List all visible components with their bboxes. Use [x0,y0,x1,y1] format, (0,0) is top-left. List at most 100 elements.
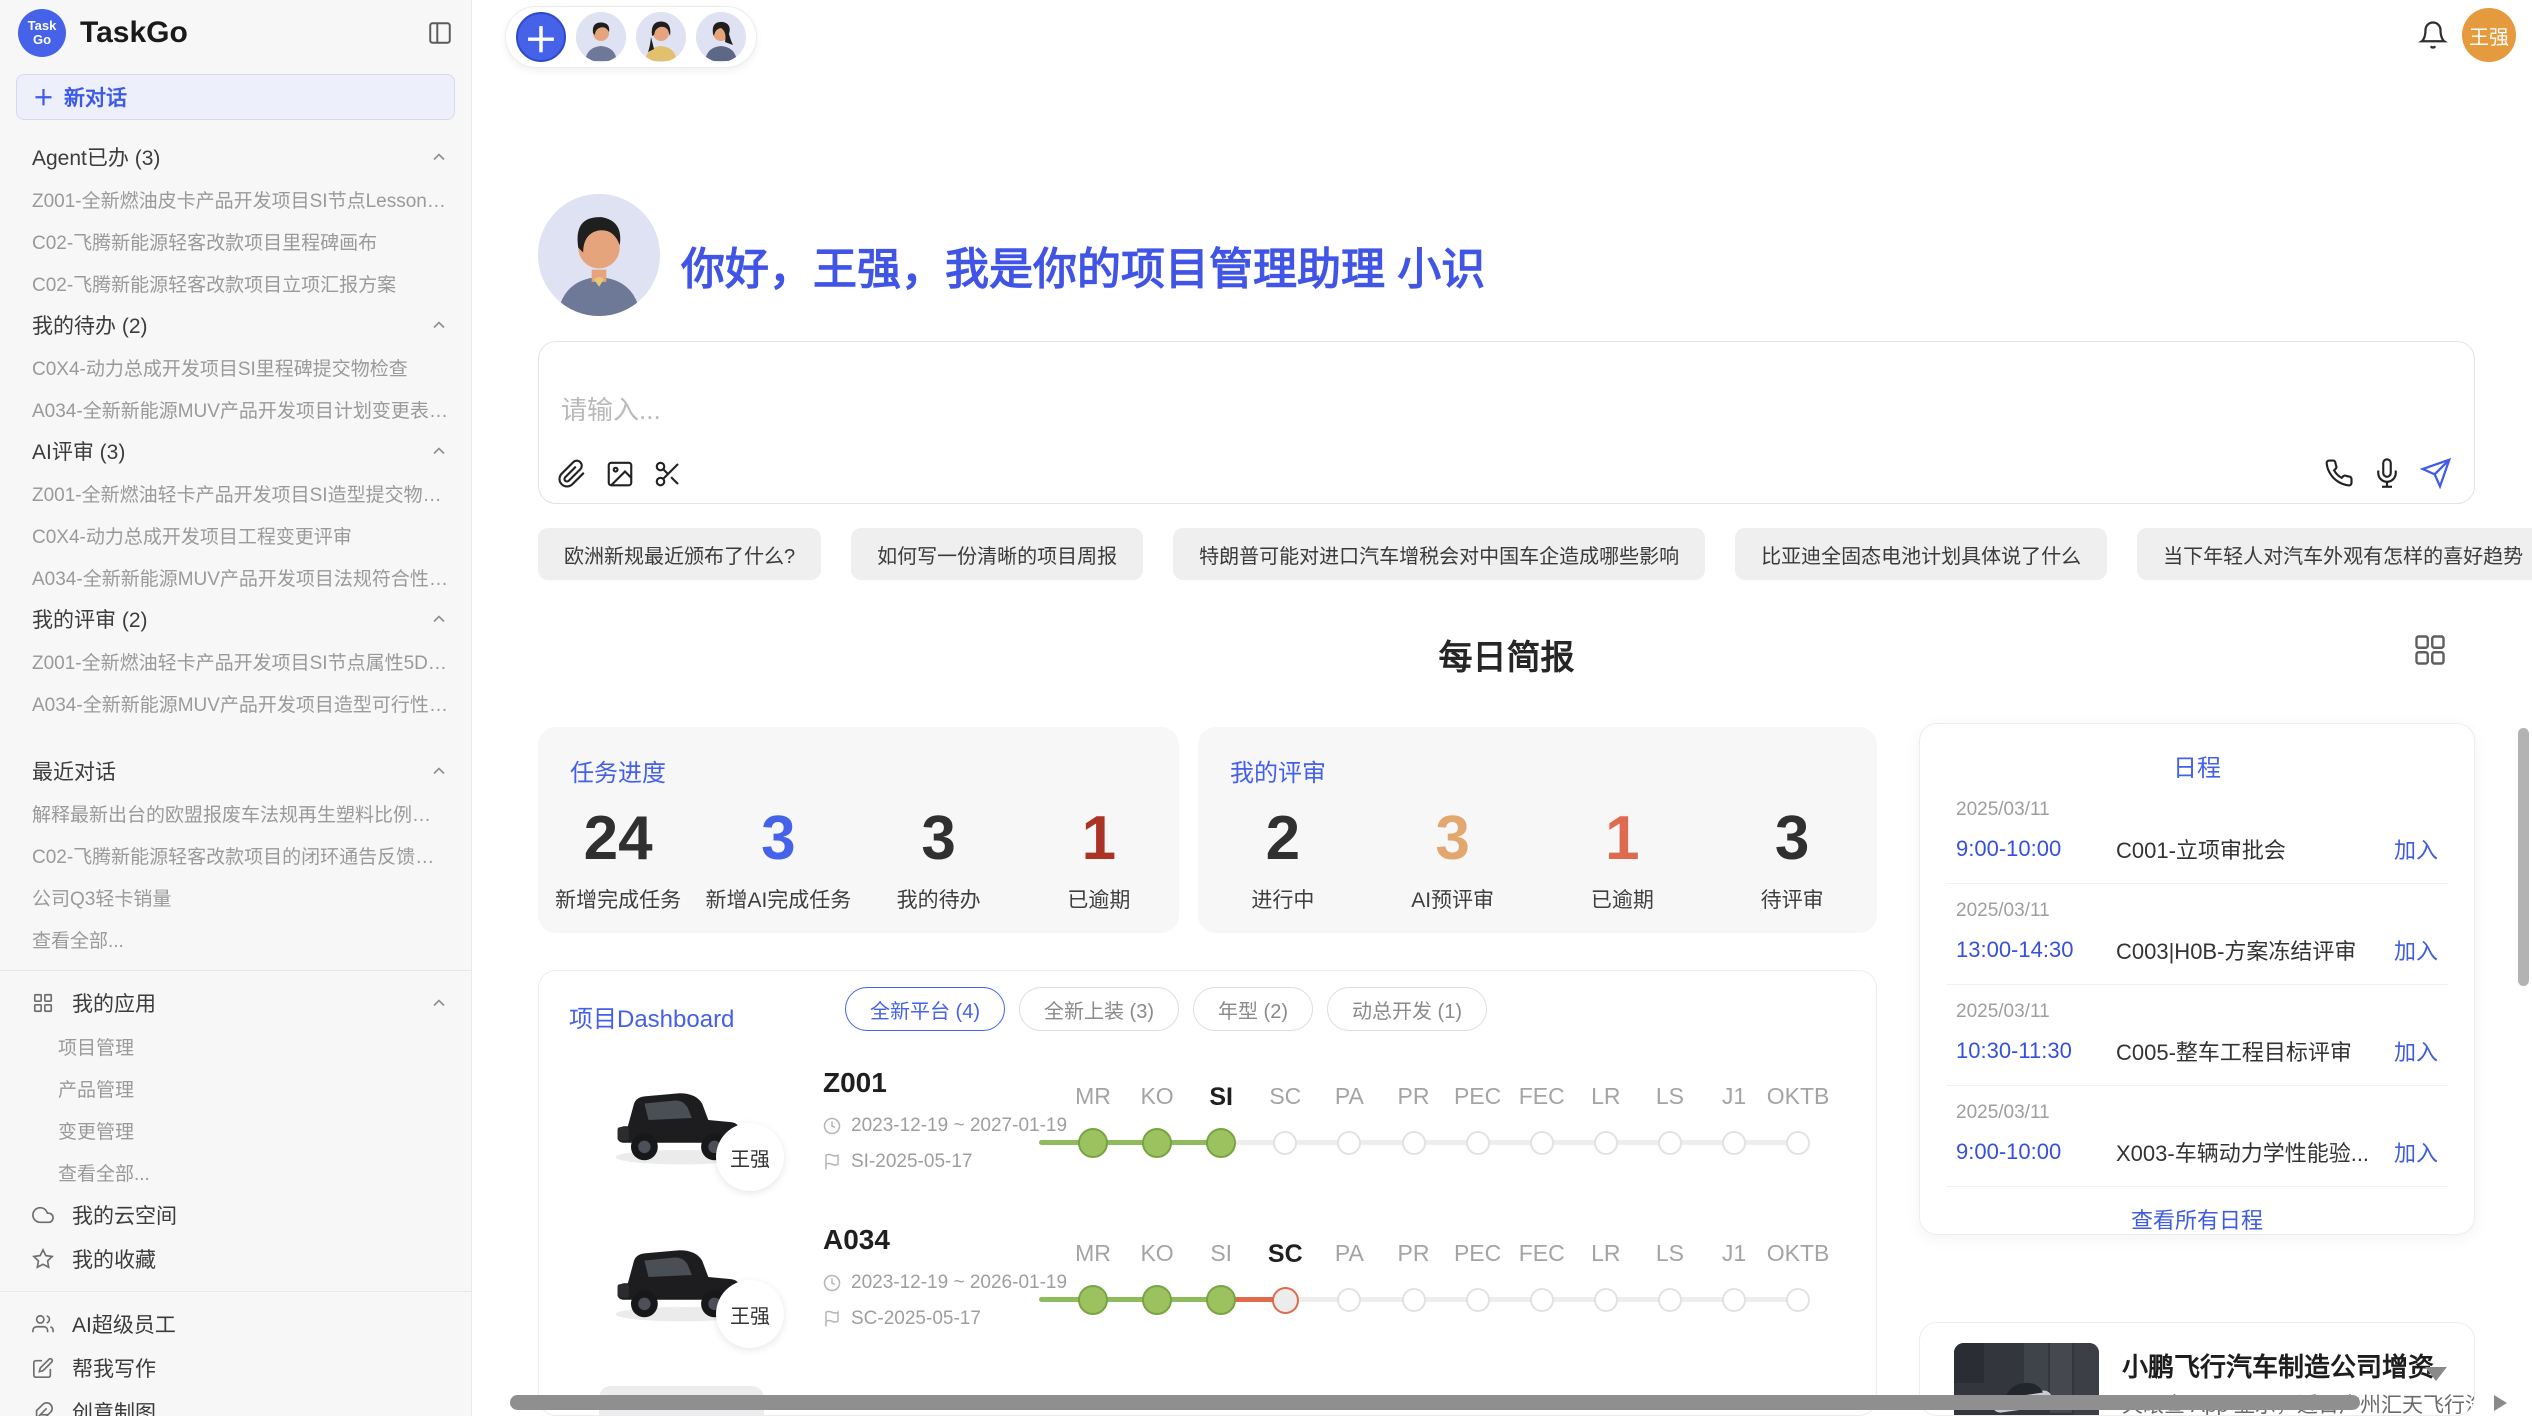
paperclip-icon[interactable] [557,459,587,489]
sidebar-item-change-mgmt[interactable]: 变更管理 [0,1109,471,1151]
horizontal-scrollbar[interactable] [510,1395,2360,1410]
sidebar-header: Task Go TaskGo [0,0,471,66]
join-link[interactable]: 加入 [2394,934,2438,966]
chat-input[interactable] [559,394,1759,427]
chevron-up-icon [429,147,449,167]
section-recent-chats[interactable]: 最近对话 [0,750,471,792]
suggestion-chip[interactable]: 欧洲新规最近颁布了什么? [538,528,821,580]
phone-icon[interactable] [2324,458,2354,488]
chat-input-card [538,341,2475,504]
join-link[interactable]: 加入 [2394,1136,2438,1168]
new-chat-label: 新对话 [64,82,127,112]
event-name: C001-立项审批会 [2116,833,2382,865]
stat-label: 待评审 [1761,884,1824,914]
list-item[interactable]: Z001-全新燃油轻卡产品开发项目SI节点属性5D文件评审 [0,640,471,682]
section-ai-review[interactable]: AI评审 (3) [0,430,471,472]
suggestion-chip[interactable]: 比亚迪全固态电池计划具体说了什么 [1735,528,2107,580]
scissors-icon[interactable] [653,459,683,489]
stat-label: 进行中 [1251,884,1314,914]
list-item[interactable]: C0X4-动力总成开发项目SI里程碑提交物检查 [0,346,471,388]
list-item[interactable]: 公司Q3轻卡销量 [0,876,471,918]
list-item[interactable]: Z001-全新燃油皮卡产品开发项目SI节点Lesson Learn报告 [0,178,471,220]
filter-tab[interactable]: 全新平台 (4) [845,987,1005,1031]
notifications-bell-icon[interactable] [2418,20,2448,50]
sidebar-item-writing-helper[interactable]: 帮我写作 [0,1346,471,1390]
list-item[interactable]: C02-飞腾新能源轻客改款项目里程碑画布 [0,220,471,262]
clock-icon [823,1274,841,1292]
stat-value: 1 [1082,808,1116,870]
edit-icon [32,1357,54,1379]
stat-label: AI预评审 [1411,884,1494,914]
list-item[interactable]: A034-全新新能源MUV产品开发项目造型可行性评审 [0,682,471,724]
section-label: 我的评审 (2) [32,604,429,634]
suggestion-chip[interactable]: 特朗普可能对进口汽车增税会对中国车企造成哪些影响 [1173,528,1705,580]
milestone-dot [1463,1128,1493,1158]
divider [0,1291,471,1292]
join-link[interactable]: 加入 [2394,1035,2438,1067]
sidebar-item-favorites[interactable]: 我的收藏 [0,1237,471,1281]
project-row[interactable]: 王强 Z001 2023-12-19 ~ 2027-01-19 SI-2025-… [539,1059,1876,1216]
list-item[interactable]: Z001-全新燃油轻卡产品开发项目SI造型提交物评审 [0,472,471,514]
section-my-todo[interactable]: 我的待办 (2) [0,304,471,346]
join-link[interactable]: 加入 [2394,833,2438,865]
scroll-right-arrow-icon[interactable] [2494,1395,2507,1411]
filter-tab[interactable]: 全新上装 (3) [1019,987,1179,1031]
event-time: 9:00-10:00 [1956,836,2116,862]
list-item[interactable]: 解释最新出台的欧盟报废车法规再生塑料比例被调至15%... [0,792,471,834]
avatar[interactable] [696,12,746,62]
vertical-scrollbar[interactable] [2518,728,2529,986]
section-my-review[interactable]: 我的评审 (2) [0,598,471,640]
view-all-chats[interactable]: 查看全部... [0,918,471,960]
divider [1946,1186,2448,1187]
filter-tab[interactable]: 年型 (2) [1193,987,1313,1031]
chevron-down-icon[interactable] [2425,1367,2447,1381]
layout-grid-icon[interactable] [2412,632,2448,668]
avatar[interactable] [576,12,626,62]
section-label: Agent已办 (3) [32,142,429,172]
milestone-dot [1078,1128,1108,1158]
card-title: 任务进度 [570,753,666,788]
list-item[interactable]: C0X4-动力总成开发项目工程变更评审 [0,514,471,556]
list-item[interactable]: A034-全新新能源MUV产品开发项目法规符合性评审 [0,556,471,598]
milestone-dot [1463,1285,1493,1315]
task-progress-card: 任务进度 24 新增完成任务 3 新增AI完成任务 3 我的待办 1 已逾期 [538,727,1179,933]
new-chat-button[interactable]: ＋ 新对话 [16,74,455,120]
app-logo-text-bottom: Go [33,33,51,47]
suggestion-chip[interactable]: 当下年轻人对汽车外观有怎样的喜好趋势 [2137,528,2532,580]
view-all-apps[interactable]: 查看全部... [0,1151,471,1193]
sidebar-item-project-mgmt[interactable]: 项目管理 [0,1025,471,1067]
view-all-schedule-link[interactable]: 查看所有日程 [1920,1203,2474,1235]
event-name: X003-车辆动力学性能验... [2116,1136,2382,1168]
project-owner-badge: 王强 [716,1123,784,1191]
image-icon[interactable] [605,459,635,489]
avatar[interactable] [636,12,686,62]
sidebar-item-product-mgmt[interactable]: 产品管理 [0,1067,471,1109]
stat: 2 进行中 [1198,789,1368,933]
suggestion-chip[interactable]: 如何写一份清晰的项目周报 [851,528,1143,580]
sidebar: Task Go TaskGo ＋ 新对话 Agent已办 (3) Z001-全新… [0,0,472,1416]
sidebar-item-cloud-space[interactable]: 我的云空间 [0,1193,471,1237]
milestone-dot [1078,1285,1108,1315]
microphone-icon[interactable] [2372,458,2402,488]
list-item[interactable]: C02-飞腾新能源轻客改款项目的闭环通告反馈情况 [0,834,471,876]
list-item[interactable]: C02-飞腾新能源轻客改款项目立项汇报方案 [0,262,471,304]
app-logo-text-top: Task [28,19,57,33]
list-item[interactable]: A034-全新新能源MUV产品开发项目计划变更表编写 [0,388,471,430]
clock-icon [823,1117,841,1135]
user-avatar[interactable]: 王强 [2462,8,2516,62]
collapse-sidebar-icon[interactable] [427,20,453,46]
sidebar-item-my-apps[interactable]: 我的应用 [0,981,471,1025]
sidebar-item-ai-employee[interactable]: AI超级员工 [0,1302,471,1346]
milestone-dot [1527,1285,1557,1315]
filter-tab[interactable]: 动总开发 (1) [1327,987,1487,1031]
milestone-dot [1334,1285,1364,1315]
section-label: 我的待办 (2) [32,310,429,340]
add-agent-button[interactable]: ＋ [516,12,566,62]
project-flag-date: SC-2025-05-17 [823,1308,981,1330]
section-agent-done[interactable]: Agent已办 (3) [0,136,471,178]
stat: 1 已逾期 [1538,789,1708,933]
milestone-dot [1142,1128,1172,1158]
sidebar-item-creative-drawing[interactable]: 创意制图 [0,1390,471,1416]
project-row[interactable]: 王强 A034 2023-12-19 ~ 2026-01-19 SC-2025-… [539,1216,1876,1373]
send-icon[interactable] [2420,457,2452,489]
